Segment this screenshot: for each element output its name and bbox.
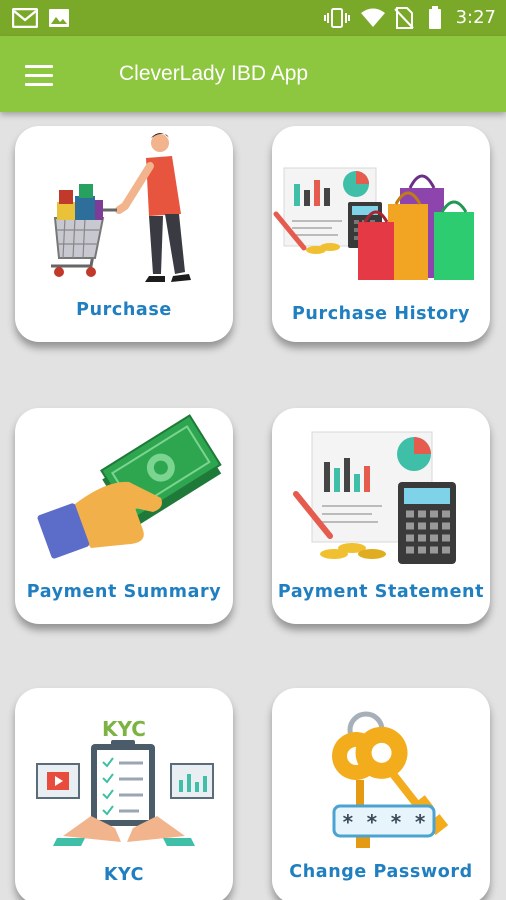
cash-in-hand-icon	[37, 414, 222, 559]
status-bar: 3:27	[0, 0, 506, 36]
shopping-cart-icon	[51, 133, 191, 282]
calculator-report-icon	[293, 431, 456, 564]
purchase-history-card[interactable]: Purchase History	[272, 126, 490, 342]
payment-summary-card[interactable]: Payment Summary	[15, 408, 233, 624]
change-password-label: Change Password	[289, 862, 473, 882]
payment-statement-card[interactable]: Payment Statement	[272, 408, 490, 624]
change-password-card[interactable]: * * * * Change Password	[272, 688, 490, 900]
kyc-checklist-icon: KYC	[36, 717, 214, 846]
app-title: CleverLady IBD App	[119, 62, 309, 85]
purchase-card[interactable]: Purchase	[15, 126, 233, 342]
purchase-history-label: Purchase History	[291, 304, 471, 324]
gallery-icon	[48, 0, 70, 36]
hamburger-menu-icon[interactable]	[25, 65, 53, 87]
payment-summary-label: Payment Summary	[26, 582, 222, 602]
purchase-label: Purchase	[76, 300, 172, 320]
kyc-label: KYC	[103, 865, 145, 885]
kyc-card[interactable]: KYC KYC	[15, 688, 233, 900]
app-bar: CleverLady IBD App	[0, 36, 506, 112]
no-sim-icon	[394, 0, 414, 36]
keys-password-icon: * * * *	[332, 711, 449, 848]
password-mask-text: * * * *	[342, 810, 426, 834]
battery-icon	[428, 0, 442, 36]
shopping-bags-report-icon	[273, 167, 474, 280]
payment-statement-label: Payment Statement	[277, 582, 485, 602]
gmail-icon	[12, 0, 38, 36]
status-clock: 3:27	[455, 7, 496, 28]
kyc-art-text: KYC	[102, 717, 146, 741]
wifi-icon	[360, 0, 386, 36]
vibrate-icon	[323, 0, 351, 36]
